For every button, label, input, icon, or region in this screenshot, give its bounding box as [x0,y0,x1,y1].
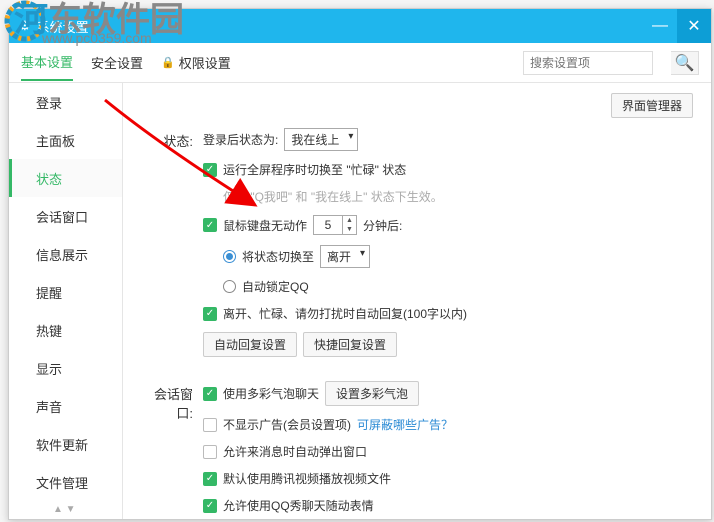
fullscreen-label: 运行全屏程序时切换至 "忙碌" 状态 [223,161,406,178]
chat-section-label: 会话窗口: [141,381,203,422]
sidebar-item-sound[interactable]: 声音 [9,387,122,425]
color-bubble-label: 使用多彩气泡聊天 [223,385,319,402]
sidebar-item-remind[interactable]: 提醒 [9,273,122,311]
fullscreen-hint: 仅在 "Q我吧" 和 "我在线上" 状态下生效。 [223,188,693,205]
popup-checkbox[interactable] [203,445,217,459]
no-ads-checkbox[interactable] [203,418,217,432]
lock-icon: 🔒 [161,56,175,69]
quickreply-settings-button[interactable]: 快捷回复设置 [303,332,397,357]
video-checkbox[interactable]: ✓ [203,472,217,486]
popup-label: 允许来消息时自动弹出窗口 [223,443,367,460]
search-input[interactable] [523,51,653,75]
tab-basic[interactable]: 基本设置 [21,44,73,81]
emoji-checkbox[interactable]: ✓ [203,499,217,513]
color-bubble-button[interactable]: 设置多彩气泡 [325,381,419,406]
login-status-text: 登录后状态为: [203,131,278,148]
sidebar-item-chatwindow[interactable]: 会话窗口 [9,197,122,235]
sidebar-item-file[interactable]: 文件管理 [9,463,122,501]
sidebar-item-login[interactable]: 登录 [9,83,122,121]
away-select[interactable]: 离开 [320,245,370,268]
radio-switch-status[interactable] [223,250,236,263]
sidebar-item-mainpanel[interactable]: 主面板 [9,121,122,159]
no-ads-label: 不显示广告(会员设置项) [223,416,351,433]
sidebar-item-display[interactable]: 显示 [9,349,122,387]
autoreply-checkbox[interactable]: ✓ [203,307,217,321]
no-ads-link[interactable]: 可屏蔽哪些广告？ [357,416,453,433]
radio-switch-label: 将状态切换至 [242,248,314,265]
window-title: ⚙ 系统设置 [19,17,89,36]
spinner-up-icon[interactable]: ▲ [343,216,356,225]
login-status-select[interactable]: 我在线上 [284,128,358,151]
search-icon: 🔍 [675,53,695,73]
status-section-label: 状态: [141,128,203,150]
idle-prefix: 鼠标键盘无动作 [223,217,307,234]
emoji-label: 允许使用QQ秀聊天随动表情 [223,497,374,514]
sidebar-item-status[interactable]: 状态 [9,159,122,197]
idle-minutes-spinner[interactable]: 5 ▲▼ [313,215,357,235]
radio-lock-qq[interactable] [223,280,236,293]
tab-permission[interactable]: 🔒 权限设置 [161,45,231,80]
ui-manager-button[interactable]: 界面管理器 [611,93,693,118]
gear-icon: ⚙ [19,18,31,34]
search-button[interactable]: 🔍 [671,51,699,75]
idle-checkbox[interactable]: ✓ [203,218,217,232]
tab-security[interactable]: 安全设置 [91,45,143,80]
minimize-button[interactable]: — [643,9,677,43]
autoreply-settings-button[interactable]: 自动回复设置 [203,332,297,357]
close-button[interactable]: ✕ [677,9,711,43]
autoreply-label: 离开、忙碌、请勿打扰时自动回复(100字以内) [223,305,467,322]
sidebar-scroll[interactable]: ▲ ▼ [53,504,76,515]
idle-value[interactable]: 5 [314,218,342,232]
sidebar-item-update[interactable]: 软件更新 [9,425,122,463]
sidebar-item-info[interactable]: 信息展示 [9,235,122,273]
radio-lock-label: 自动锁定QQ [242,278,309,295]
video-label: 默认使用腾讯视频播放视频文件 [223,470,391,487]
sidebar-item-hotkey[interactable]: 热键 [9,311,122,349]
color-bubble-checkbox[interactable]: ✓ [203,387,217,401]
spinner-down-icon[interactable]: ▼ [343,225,356,234]
idle-suffix: 分钟后: [363,217,402,234]
fullscreen-checkbox[interactable]: ✓ [203,163,217,177]
